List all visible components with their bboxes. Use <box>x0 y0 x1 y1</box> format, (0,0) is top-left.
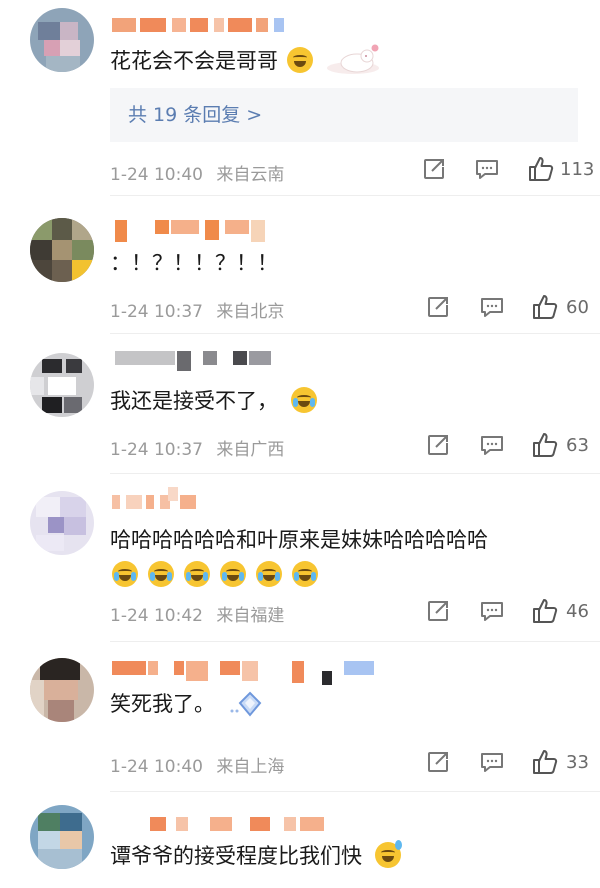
like-icon[interactable] <box>532 294 558 324</box>
avatar[interactable] <box>30 805 94 869</box>
share-icon[interactable] <box>427 296 449 322</box>
comment-icon[interactable] <box>475 158 499 184</box>
comment-time: 1-24 10:40 <box>110 165 203 185</box>
username-blurred[interactable] <box>150 817 330 831</box>
comment-time: 1-24 10:37 <box>110 440 203 460</box>
like-icon[interactable] <box>532 432 558 462</box>
comment-location: 来自云南 <box>216 165 285 185</box>
reply-count-label[interactable]: 共 19 条回复 > <box>128 100 262 127</box>
crying-laugh-emoji <box>256 561 283 587</box>
comment-text: 笑死我了。 <box>110 689 266 727</box>
comment-item: 谭爷爷的接受程度比我们快 <box>0 791 600 888</box>
reply-count-link[interactable]: 共 19 条回复 > <box>110 88 578 142</box>
like-icon[interactable] <box>532 598 558 628</box>
comment-text: 谭爷爷的接受程度比我们快 <box>110 840 402 871</box>
comment-location: 来自福建 <box>216 606 285 626</box>
avatar[interactable] <box>30 658 94 722</box>
comment-meta: 1-24 10:40 来自上海 <box>110 752 284 777</box>
avatar[interactable] <box>30 218 94 282</box>
comment-item: 花花会不会是哥哥 共 19 条回复 > 1-24 10:40 来自云南 113 <box>0 0 600 196</box>
like-count: 33 <box>566 752 589 773</box>
comment-item: 哈哈哈哈哈哈和叶原来是妹妹哈哈哈哈哈 1-24 10:42 来自福建 46 <box>0 473 600 643</box>
diamond-sticker-icon <box>226 689 266 727</box>
like-count: 46 <box>566 601 589 622</box>
comment-meta: 1-24 10:40 来自云南 <box>110 160 284 185</box>
comment-text: 哈哈哈哈哈哈和叶原来是妹妹哈哈哈哈哈 <box>110 528 488 552</box>
comment-location: 来自上海 <box>216 757 285 777</box>
username-blurred[interactable] <box>112 661 377 685</box>
username-blurred[interactable] <box>115 351 275 371</box>
comment-icon[interactable] <box>480 434 504 460</box>
share-icon[interactable] <box>427 600 449 626</box>
username-blurred[interactable] <box>115 220 265 242</box>
crying-laugh-emoji <box>148 561 175 587</box>
comment-icon[interactable] <box>480 751 504 777</box>
comment-item: 我还是接受不了， 1-24 10:37 来自广西 63 <box>0 333 600 474</box>
comment-item: 笑死我了。 1-24 10:40 来自上海 33 <box>0 641 600 792</box>
crying-laugh-emoji <box>220 561 247 587</box>
crying-laugh-emoji <box>112 561 138 587</box>
comment-item: ：！？！！？！！ 1-24 10:37 来自北京 60 <box>0 195 600 335</box>
like-count: 63 <box>566 435 589 456</box>
comment-text: ：！？！！？！！ <box>110 251 278 275</box>
cat-sticker <box>323 42 381 84</box>
like-icon[interactable] <box>532 749 558 779</box>
username-blurred[interactable] <box>112 18 292 32</box>
grin-sweat-emoji <box>286 47 313 73</box>
avatar[interactable] <box>30 8 94 72</box>
crying-laugh-emoji <box>290 387 317 413</box>
comment-time: 1-24 10:40 <box>110 757 203 777</box>
like-count: 113 <box>560 159 595 180</box>
avatar[interactable] <box>30 491 94 555</box>
crying-laugh-emoji <box>292 561 319 587</box>
comment-meta: 1-24 10:42 来自福建 <box>110 601 284 626</box>
comment-location: 来自北京 <box>216 302 285 322</box>
comment-icon[interactable] <box>480 296 504 322</box>
comment-time: 1-24 10:42 <box>110 606 203 626</box>
share-icon[interactable] <box>427 751 449 777</box>
comment-text: 花花会不会是哥哥 <box>110 42 381 84</box>
crying-laugh-emoji <box>184 561 211 587</box>
share-icon[interactable] <box>427 434 449 460</box>
like-count: 60 <box>566 297 589 318</box>
comment-text: 我还是接受不了， <box>110 386 317 416</box>
comment-location: 来自广西 <box>216 440 285 460</box>
username-blurred[interactable] <box>112 487 202 509</box>
comment-meta: 1-24 10:37 来自广西 <box>110 435 284 460</box>
comment-icon[interactable] <box>480 600 504 626</box>
emoji-row <box>112 561 323 587</box>
avatar[interactable] <box>30 353 94 417</box>
like-icon[interactable] <box>528 156 554 186</box>
share-icon[interactable] <box>423 158 445 184</box>
comment-time: 1-24 10:37 <box>110 302 203 322</box>
grin-sweat-emoji <box>374 840 402 868</box>
comment-meta: 1-24 10:37 来自北京 <box>110 297 284 322</box>
